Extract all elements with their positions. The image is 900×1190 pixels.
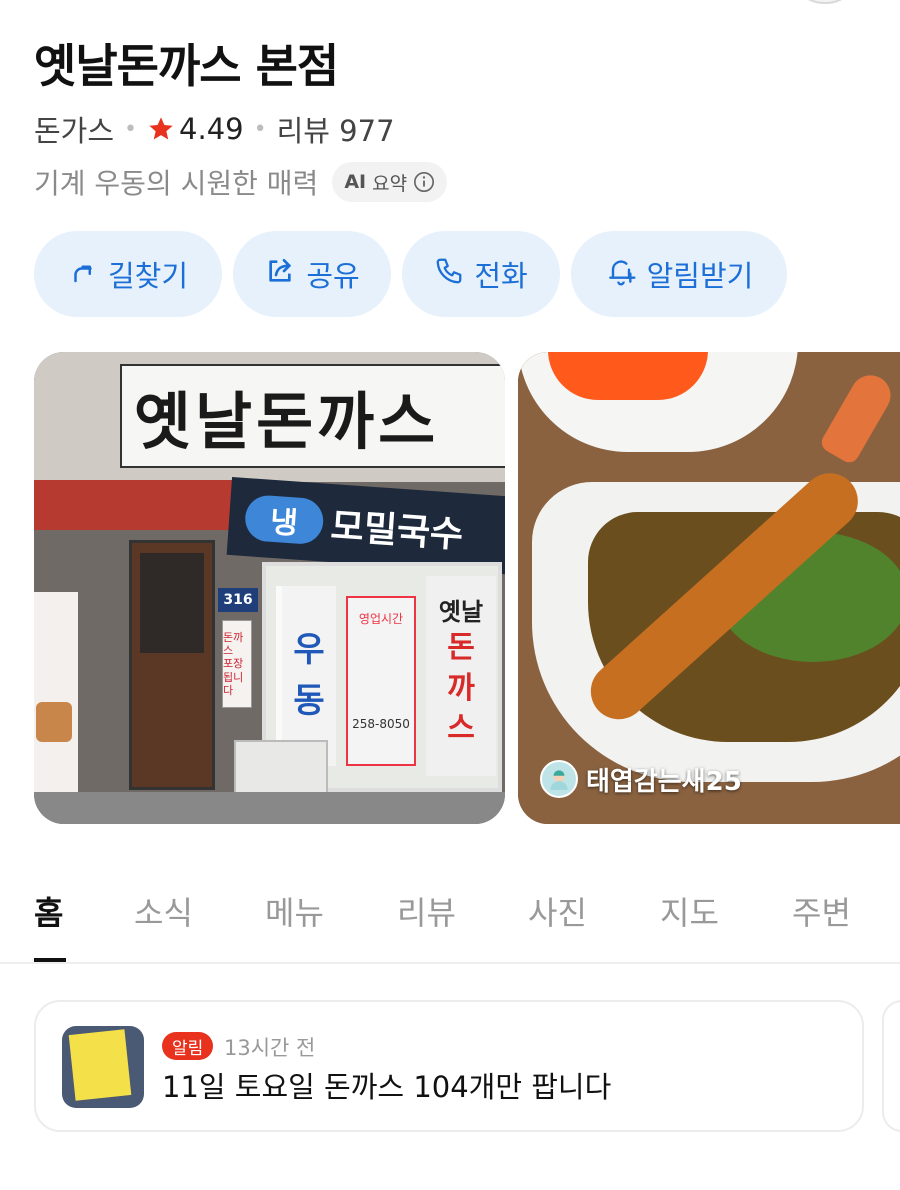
- notify-button[interactable]: 알림받기: [571, 231, 787, 317]
- window-hours-label: 영업시간: [358, 612, 404, 626]
- next-notice-card-edge[interactable]: [882, 1000, 900, 1132]
- banner-circle: 냉: [243, 494, 325, 546]
- window-hours-poster: 영업시간 258-8050: [346, 596, 416, 766]
- active-tab-indicator: [34, 958, 66, 962]
- user-avatar-icon: [540, 760, 578, 798]
- storefront-left-poster: [34, 592, 78, 792]
- window-right-char: 스: [447, 711, 475, 747]
- storefront-banner: 냉 모밀국수: [226, 476, 505, 576]
- action-buttons: 길찾기 공유 전화 알림받기: [34, 231, 787, 317]
- vertical-sign-line: 돈까스: [223, 631, 244, 658]
- summary-row: 기계 우동의 시원한 매력 AI 요약: [34, 162, 448, 202]
- notice-time: 13시간 전: [224, 1036, 316, 1060]
- storefront-ground: [34, 792, 505, 824]
- ai-badge-label: 요약: [372, 172, 408, 195]
- place-title: 옛날돈까스 본점: [34, 39, 339, 93]
- tab-nearby[interactable]: 주변: [792, 888, 851, 934]
- star-icon: [147, 115, 175, 143]
- window-right-char: 까: [447, 670, 475, 706]
- photo-credit[interactable]: 태엽감는새25: [540, 760, 742, 798]
- ai-badge-ai: AI: [344, 171, 367, 193]
- storefront-door-number: 316: [218, 588, 258, 612]
- notice-badge: 알림: [162, 1032, 214, 1060]
- share-button[interactable]: 공유: [233, 231, 391, 317]
- info-icon[interactable]: [413, 171, 435, 193]
- notify-label: 알림받기: [646, 259, 754, 293]
- separator-dot: •: [124, 116, 138, 142]
- tab-photos[interactable]: 사진: [528, 888, 587, 934]
- directions-label: 길찾기: [107, 259, 189, 293]
- phone-icon: [434, 256, 474, 293]
- call-label: 전화: [474, 259, 528, 293]
- place-meta: 돈가스 • 4.49 • 리뷰 977: [34, 108, 395, 150]
- place-rating: 4.49: [179, 112, 244, 146]
- storefront-door: [129, 540, 215, 790]
- window-right-char: 돈: [447, 630, 475, 666]
- profile-avatar-edge[interactable]: [790, 0, 860, 4]
- storefront-sign: 옛날돈까스: [120, 364, 505, 468]
- vertical-sign-line: 포장됩니다: [223, 657, 244, 697]
- tab-home[interactable]: 홈: [34, 888, 63, 934]
- notice-thumbnail-note: [68, 1029, 132, 1101]
- tab-bar: 홈 소식 메뉴 리뷰 사진 지도 주변: [0, 880, 900, 964]
- share-label: 공유: [306, 259, 360, 293]
- window-donkatsu-sign: 옛날 돈 까 스: [426, 576, 496, 776]
- notice-card[interactable]: 알림 13시간 전 11일 토요일 돈까스 104개만 팝니다: [34, 1000, 864, 1132]
- notice-thumbnail: [62, 1026, 144, 1108]
- banner-text: 모밀국수: [329, 506, 465, 557]
- ai-summary-text: 기계 우동의 시원한 매력: [34, 167, 319, 200]
- window-udon-char: 우: [293, 630, 325, 670]
- directions-button[interactable]: 길찾기: [34, 231, 222, 317]
- route-arrow-icon: [68, 256, 108, 293]
- notice-text: 11일 토요일 돈까스 104개만 팝니다: [162, 1070, 612, 1104]
- window-udon-sign: 우 동: [276, 586, 336, 766]
- tab-menu[interactable]: 메뉴: [265, 888, 324, 934]
- review-count[interactable]: 리뷰 977: [277, 108, 395, 150]
- bell-plus-icon: [605, 255, 647, 294]
- share-icon: [264, 255, 306, 294]
- window-right-top: 옛날: [438, 598, 484, 626]
- food-photo[interactable]: 태엽감는새25: [518, 352, 900, 824]
- call-button[interactable]: 전화: [402, 231, 560, 317]
- storefront-photo[interactable]: 옛날돈까스 냉 모밀국수 316 돈까스 포장됩니다 우 동 영업시간 258-…: [34, 352, 505, 824]
- tab-news[interactable]: 소식: [134, 888, 193, 934]
- ai-summary-badge[interactable]: AI 요약: [332, 162, 448, 202]
- photo-carousel[interactable]: 옛날돈까스 냉 모밀국수 316 돈까스 포장됩니다 우 동 영업시간 258-…: [34, 352, 900, 824]
- place-category[interactable]: 돈가스: [34, 108, 114, 150]
- separator-dot: •: [253, 116, 267, 142]
- window-phone: 258-8050: [352, 717, 410, 731]
- storefront-vertical-sign: 돈까스 포장됩니다: [222, 620, 252, 708]
- tab-reviews[interactable]: 리뷰: [397, 888, 456, 934]
- photo-credit-name: 태엽감는새25: [586, 766, 742, 797]
- window-udon-char: 동: [293, 681, 325, 721]
- tab-map[interactable]: 지도: [660, 888, 719, 934]
